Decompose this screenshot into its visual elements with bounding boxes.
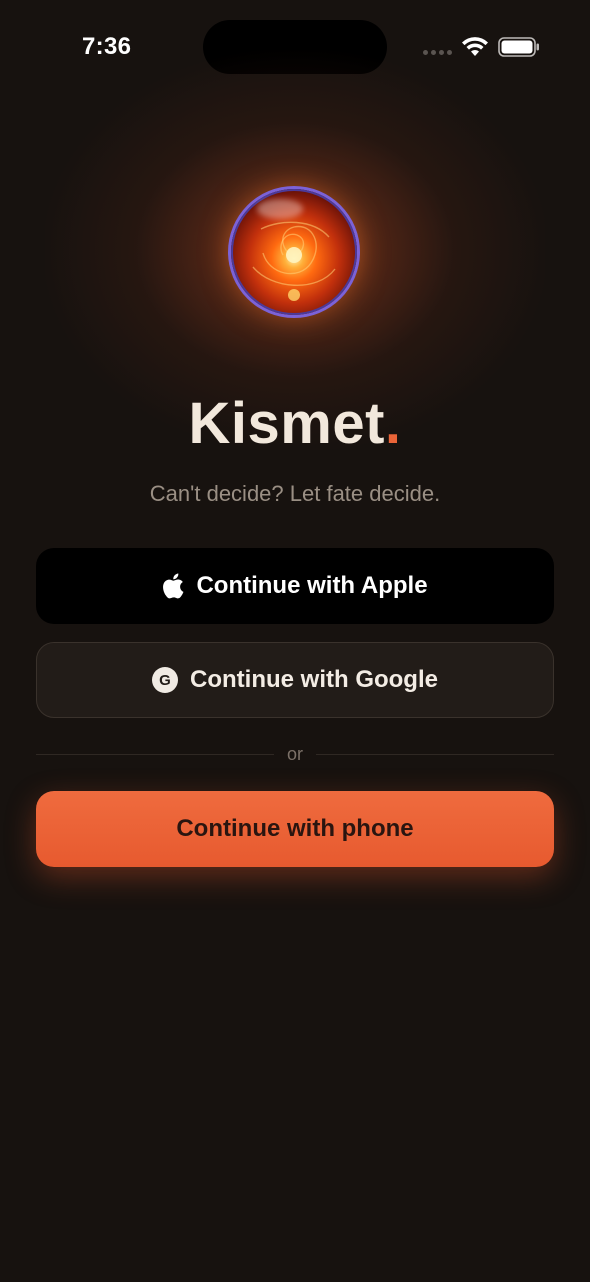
- app-title-text: Kismet: [188, 391, 385, 456]
- divider-right: [316, 754, 554, 755]
- app-title: Kismet.: [0, 390, 590, 457]
- google-button-label: Continue with Google: [190, 666, 438, 693]
- login-screen: 7:36 Kismet. Can't decide? Let fate deci…: [0, 0, 590, 1282]
- app-title-dot: .: [384, 391, 402, 456]
- google-icon: G: [152, 667, 179, 693]
- crystal-orb-logo: [231, 189, 357, 315]
- google-badge: G: [152, 667, 179, 693]
- continue-with-phone-button[interactable]: Continue with phone: [36, 791, 554, 867]
- divider-or-text: or: [286, 744, 303, 764]
- app-tagline: Can't decide? Let fate decide.: [149, 481, 441, 506]
- continue-with-google-button[interactable]: G Continue with Google: [36, 642, 554, 718]
- divider-left: [36, 754, 274, 755]
- apple-button-label: Continue with Apple: [196, 572, 428, 599]
- phone-button-label: Continue with phone: [176, 815, 414, 842]
- orb-highlight: [257, 199, 303, 219]
- apple-icon: [162, 573, 184, 599]
- continue-with-apple-button[interactable]: Continue with Apple: [36, 548, 554, 624]
